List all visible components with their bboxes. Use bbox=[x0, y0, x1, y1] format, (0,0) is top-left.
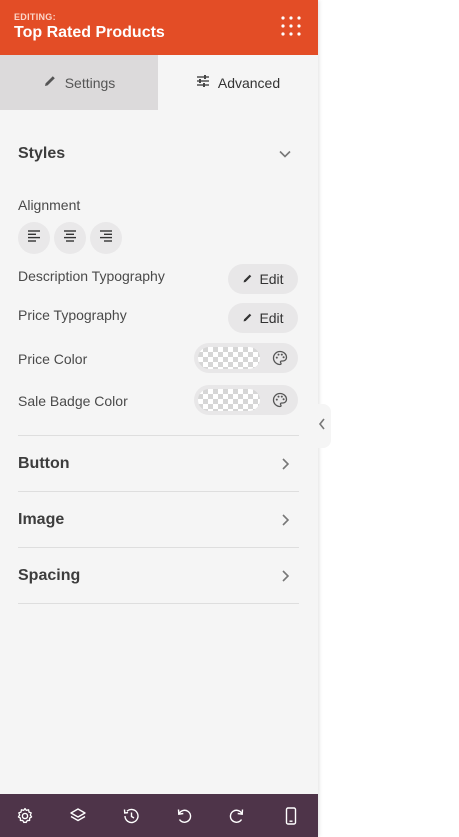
undo-icon[interactable] bbox=[174, 806, 194, 826]
price-color-picker bbox=[194, 343, 298, 373]
align-right-button[interactable] bbox=[90, 222, 122, 254]
chevron-down-icon[interactable] bbox=[278, 147, 292, 161]
edit-label: Edit bbox=[259, 271, 284, 287]
chevron-right-icon[interactable] bbox=[278, 457, 292, 471]
mobile-icon[interactable] bbox=[281, 806, 301, 826]
chevron-right-icon[interactable] bbox=[278, 569, 292, 583]
editing-label: EDITING: bbox=[14, 12, 56, 22]
pencil-icon bbox=[242, 271, 259, 287]
image-section-title[interactable]: Image bbox=[18, 511, 64, 529]
sale-badge-color-label: Sale Badge Color bbox=[18, 393, 128, 409]
palette-icon[interactable] bbox=[272, 392, 288, 408]
chevron-right-icon[interactable] bbox=[278, 513, 292, 527]
align-left-icon bbox=[27, 229, 41, 248]
button-section-title[interactable]: Button bbox=[18, 455, 70, 473]
align-right-icon bbox=[99, 229, 113, 248]
divider bbox=[18, 491, 299, 492]
history-icon[interactable] bbox=[121, 806, 141, 826]
styles-section-title[interactable]: Styles bbox=[18, 145, 65, 163]
divider bbox=[18, 435, 299, 436]
sliders-icon bbox=[196, 74, 218, 91]
sale-badge-color-swatch[interactable] bbox=[198, 389, 260, 411]
chevron-left-icon bbox=[317, 417, 327, 436]
layers-icon[interactable] bbox=[68, 806, 88, 826]
align-left-button[interactable] bbox=[18, 222, 50, 254]
price-typography-edit-button[interactable]: Edit bbox=[228, 303, 298, 333]
editor-panel: EDITING: Top Rated Products Settings Adv… bbox=[0, 0, 318, 837]
align-center-button[interactable] bbox=[54, 222, 86, 254]
alignment-label: Alignment bbox=[18, 197, 81, 213]
palette-icon[interactable] bbox=[272, 350, 288, 366]
price-color-label: Price Color bbox=[18, 351, 88, 367]
footer-toolbar bbox=[0, 794, 318, 837]
price-color-swatch[interactable] bbox=[198, 347, 260, 369]
sale-badge-color-picker bbox=[194, 385, 298, 415]
description-typography-edit-button[interactable]: Edit bbox=[228, 264, 298, 294]
grid-menu-icon[interactable] bbox=[279, 15, 303, 39]
tab-settings[interactable]: Settings bbox=[0, 55, 158, 110]
align-center-icon bbox=[63, 229, 77, 248]
pencil-icon bbox=[43, 74, 65, 91]
gear-icon[interactable] bbox=[15, 806, 35, 826]
page-title: Top Rated Products bbox=[14, 24, 165, 41]
collapse-panel-handle[interactable] bbox=[313, 404, 331, 448]
tab-advanced[interactable]: Advanced bbox=[158, 55, 318, 110]
pencil-icon bbox=[242, 310, 259, 326]
tab-advanced-label: Advanced bbox=[217, 74, 281, 91]
price-typography-label: Price Typography bbox=[18, 307, 127, 323]
spacing-section-title[interactable]: Spacing bbox=[18, 567, 80, 585]
divider bbox=[18, 547, 299, 548]
description-typography-label: Description Typography bbox=[18, 268, 165, 284]
edit-label: Edit bbox=[259, 310, 284, 326]
panel-header: EDITING: Top Rated Products bbox=[0, 0, 318, 55]
panel-tabs: Settings Advanced bbox=[0, 55, 318, 110]
tab-settings-label: Settings bbox=[64, 74, 116, 91]
redo-icon[interactable] bbox=[227, 806, 247, 826]
divider bbox=[18, 603, 299, 604]
